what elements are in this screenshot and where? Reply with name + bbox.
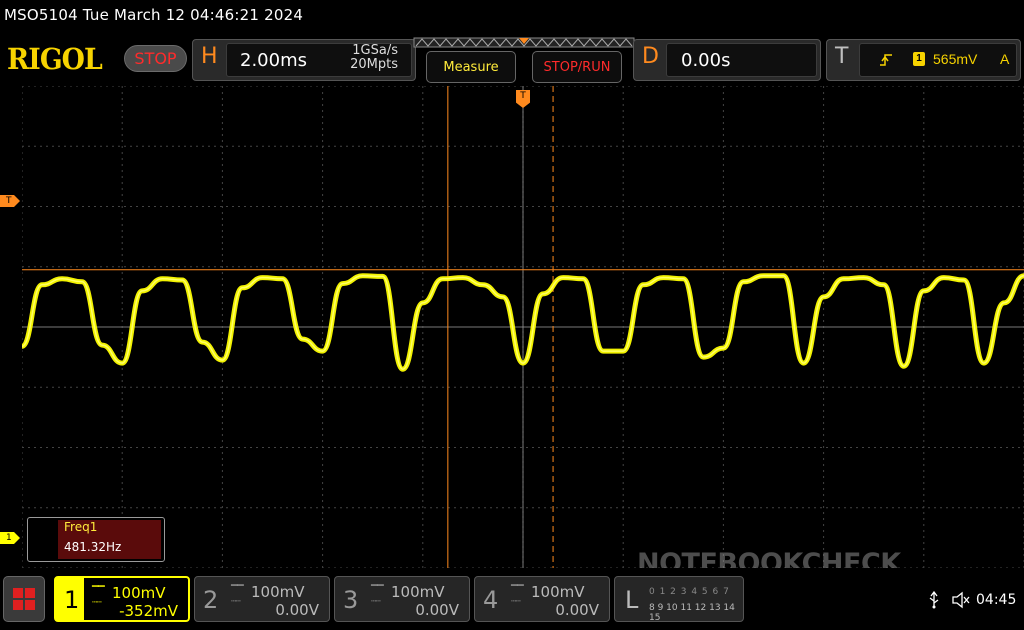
run-state-button[interactable]: STOP [124,45,187,72]
memory-depth: 20Mpts [350,57,398,72]
delay-value: 0.00s [681,50,731,71]
usb-icon [929,591,939,609]
logic-row-1: 0 1 2 3 4 5 6 7 [649,587,730,597]
channel-4-offset: 0.00V [555,601,599,619]
measurement-box[interactable]: Freq1 481.32Hz [27,517,165,562]
channel-3-number: 3 [343,586,359,614]
brand-logo: RIGOL [7,42,103,76]
horizontal-letter: H [201,44,218,69]
stop-run-label: STOP/RUN [543,59,611,75]
dc-coupling-icon: ▔▔ ┄┄ [511,585,524,606]
dc-coupling-icon: ▔▔ ┄┄ [231,585,244,606]
channel-2-offset: 0.00V [275,601,319,619]
rising-edge-icon [880,54,892,66]
delay-panel[interactable]: D 0.00s [633,39,821,81]
timebase-value: 2.00ms [240,50,307,71]
measurement-label: Freq1 [64,520,98,534]
channel-3-offset: 0.00V [415,601,459,619]
measurement-value: 481.32Hz [64,540,122,554]
measure-label: Measure [443,59,499,75]
sample-rate: 1GSa/s [352,43,398,58]
channel-3-panel[interactable]: 3 ▔▔ ┄┄ 100mV 0.00V [334,576,470,622]
measure-button[interactable]: Measure [426,51,516,83]
menu-grid-icon[interactable] [3,576,45,622]
logic-row-2: 8 9 10 11 12 13 14 15 [649,603,735,623]
window-title: MSO5104 Tue March 12 04:46:21 2024 [4,6,304,24]
dc-coupling-icon: ▔▔ ┄┄ [92,586,105,607]
channel-2-panel[interactable]: 2 ▔▔ ┄┄ 100mV 0.00V [194,576,330,622]
channel-4-scale: 100mV [531,583,585,601]
title-strip: MSO5104 Tue March 12 04:46:21 2024 [0,0,1024,36]
logic-panel[interactable]: L 0 1 2 3 4 5 6 7 8 9 10 11 12 13 14 15 [614,576,744,623]
trigger-source-badge: 1 [913,52,925,66]
channel-1-scale: 100mV [112,584,166,602]
stop-run-button[interactable]: STOP/RUN [532,51,622,83]
dc-coupling-icon: ▔▔ ┄┄ [371,585,384,606]
waveform-display[interactable] [22,86,1024,568]
logic-letter: L [625,586,639,614]
trigger-level: 565mV [933,51,978,67]
channel1-offset-marker[interactable]: 1 [0,532,20,544]
clock-time: 04:45 [976,592,1017,608]
channel-2-scale: 100mV [251,583,305,601]
trigger-level-marker[interactable]: T [0,195,20,207]
channel-3-scale: 100mV [391,583,445,601]
trigger-position-marker-label: T [520,91,526,101]
channel-4-panel[interactable]: 4 ▔▔ ┄┄ 100mV 0.00V [474,576,610,622]
trigger-mode: A [1000,51,1010,67]
channel-2-number: 2 [203,586,219,614]
horizontal-panel[interactable]: H 2.00ms 1GSa/s 20Mpts [192,39,416,81]
channel-1-offset: -352mV [119,602,178,620]
trigger-letter: T [835,44,849,69]
speaker-muted-icon[interactable] [951,591,971,609]
trigger-panel[interactable]: T 1 565mV A [826,39,1021,81]
channel1-offset-marker-label: 1 [6,533,12,543]
channel-4-number: 4 [483,586,499,614]
delay-letter: D [642,44,659,69]
trigger-level-marker-label: T [6,196,12,206]
run-state-label: STOP [134,49,177,68]
memory-timeline[interactable] [412,36,636,50]
channel-1-number-overlay: 1 [64,586,80,614]
